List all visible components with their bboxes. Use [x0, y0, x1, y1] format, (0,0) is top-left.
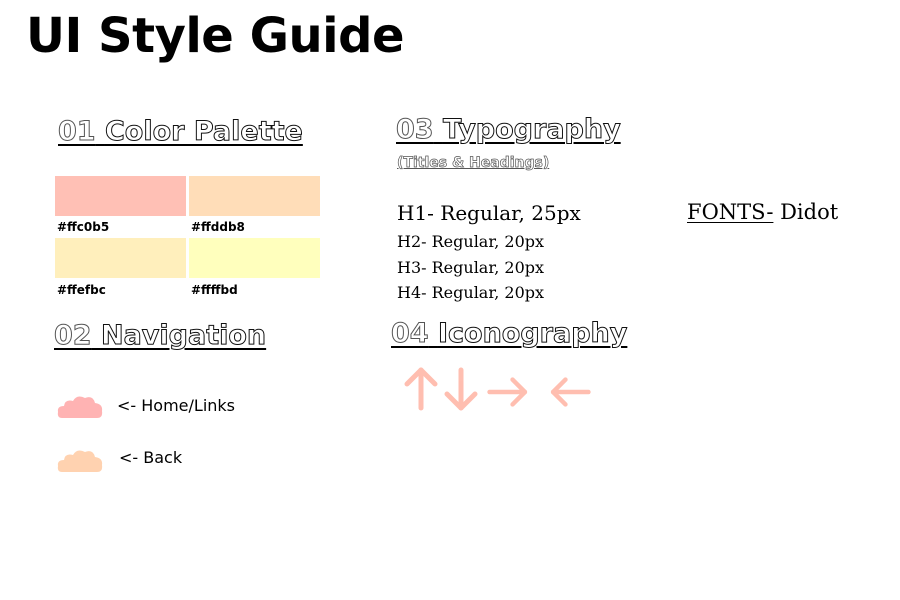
section-title: Navigation: [100, 320, 267, 352]
nav-home-label: <- Home/Links: [117, 396, 236, 415]
section-title: Iconography: [437, 318, 628, 350]
color-swatch-label: #ffc0b5: [57, 220, 110, 234]
typography-heading: 03 Typography: [396, 114, 622, 146]
arrow-left-icon: [550, 377, 591, 407]
arrow-right-icon: [487, 377, 528, 407]
color-swatch-3: [55, 238, 186, 278]
fonts-value: Didot: [773, 200, 839, 224]
cloud-icon[interactable]: [56, 392, 104, 422]
h2-spec: H2- Regular, 20px: [397, 232, 545, 251]
fonts-spec: FONTS- Didot: [687, 200, 838, 224]
section-number: 01: [58, 116, 97, 148]
color-swatch-label: #ffffbd: [191, 283, 238, 297]
section-title: Color Palette: [104, 116, 303, 148]
fonts-label: FONTS-: [687, 200, 774, 224]
color-swatch-label: #ffefbc: [57, 283, 106, 297]
iconography-heading: 04 Iconography: [391, 318, 628, 350]
color-swatch-label: #ffddb8: [191, 220, 245, 234]
typography-subtitle: (Titles & Headings): [397, 155, 550, 172]
page-title: UI Style Guide: [26, 8, 405, 64]
arrow-down-icon: [444, 367, 478, 411]
section-number: 02: [54, 320, 93, 352]
color-swatch-1: [55, 176, 186, 216]
h1-spec: H1- Regular, 25px: [397, 201, 581, 225]
color-palette-heading: 01 Color Palette: [58, 116, 304, 148]
color-swatch-4: [189, 238, 320, 278]
nav-back-label: <- Back: [119, 448, 183, 467]
h4-spec: H4- Regular, 20px: [397, 283, 545, 302]
cloud-icon[interactable]: [56, 446, 104, 476]
h3-spec: H3- Regular, 20px: [397, 258, 545, 277]
color-swatch-2: [189, 176, 320, 216]
navigation-heading: 02 Navigation: [54, 320, 267, 352]
section-title: Typography: [442, 114, 621, 146]
section-number: 03: [396, 114, 435, 146]
section-number: 04: [391, 318, 430, 350]
